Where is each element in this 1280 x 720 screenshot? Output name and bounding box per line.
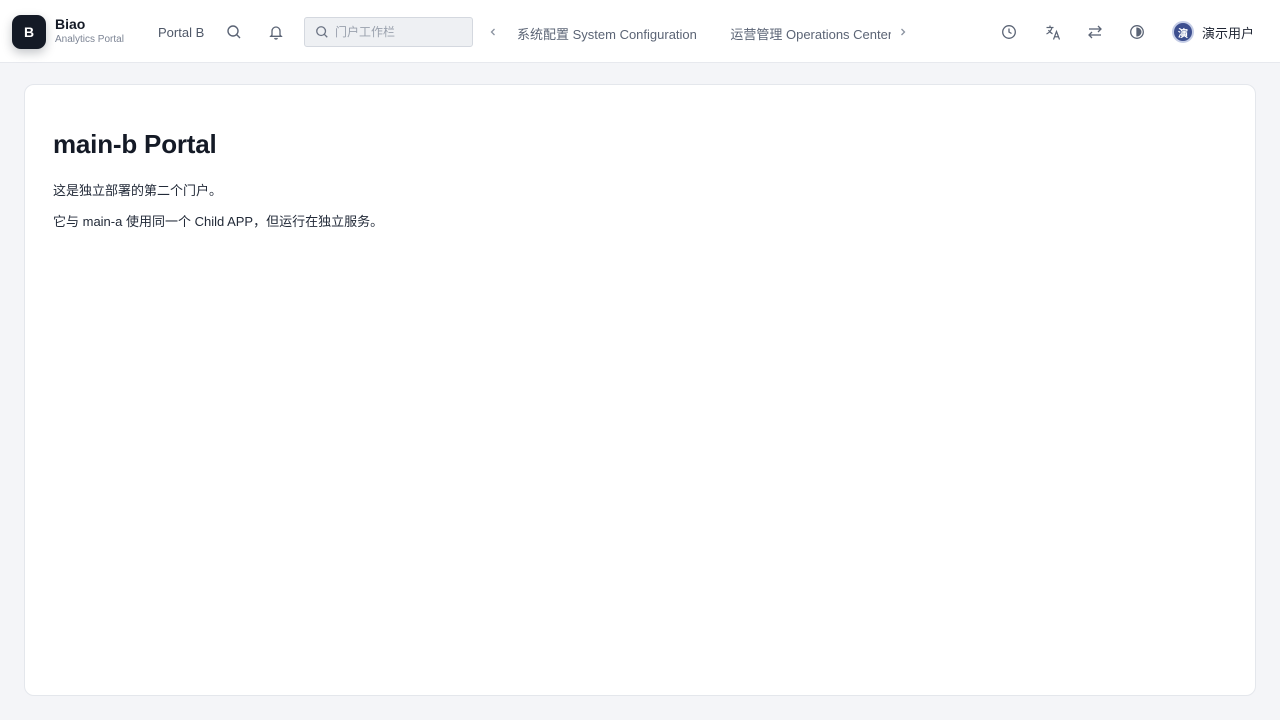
nav-tabs: 系统配置 System Configuration 运营管理 Operation… <box>517 24 891 42</box>
main-card: main-b Portal 这是独立部署的第二个门户。 它与 main-a 使用… <box>24 84 1256 696</box>
theme-icon[interactable] <box>1123 18 1151 46</box>
tab-system-configuration[interactable]: 系统配置 System Configuration <box>517 24 697 42</box>
portal-switch[interactable]: Portal B <box>158 25 204 40</box>
top-bar: B Biao Analytics Portal Portal B 系统配置 Sy… <box>0 0 1280 63</box>
description-paragraph: 它与 main-a 使用同一个 Child APP，但运行在独立服务。 <box>53 214 384 229</box>
brand-name: Biao <box>55 16 86 32</box>
user-menu[interactable]: 演 演示用户 <box>1172 21 1254 43</box>
tab-operations-center[interactable]: 运营管理 Operations Center <box>730 24 891 42</box>
brand-subtitle: Analytics Portal <box>55 34 124 45</box>
intro-paragraph: 这是独立部署的第二个门户。 <box>53 183 223 198</box>
switch-icon[interactable] <box>1081 18 1109 46</box>
user-name: 演示用户 <box>1202 25 1255 41</box>
bell-icon[interactable] <box>262 18 290 46</box>
avatar: 演 <box>1172 21 1194 43</box>
search-box[interactable] <box>304 17 473 47</box>
chevron-left-icon[interactable] <box>484 22 502 42</box>
translate-icon[interactable] <box>1039 18 1067 46</box>
search-icon[interactable] <box>220 18 248 46</box>
page-title: main-b Portal <box>53 129 217 159</box>
chevron-right-icon[interactable] <box>894 22 912 42</box>
brand[interactable]: B Biao Analytics Portal <box>12 15 124 49</box>
search-input[interactable] <box>335 25 465 39</box>
brand-logo: B <box>12 15 46 49</box>
clock-icon[interactable] <box>995 18 1023 46</box>
brand-text: Biao Analytics Portal <box>55 16 124 45</box>
search-field-icon <box>315 25 329 39</box>
